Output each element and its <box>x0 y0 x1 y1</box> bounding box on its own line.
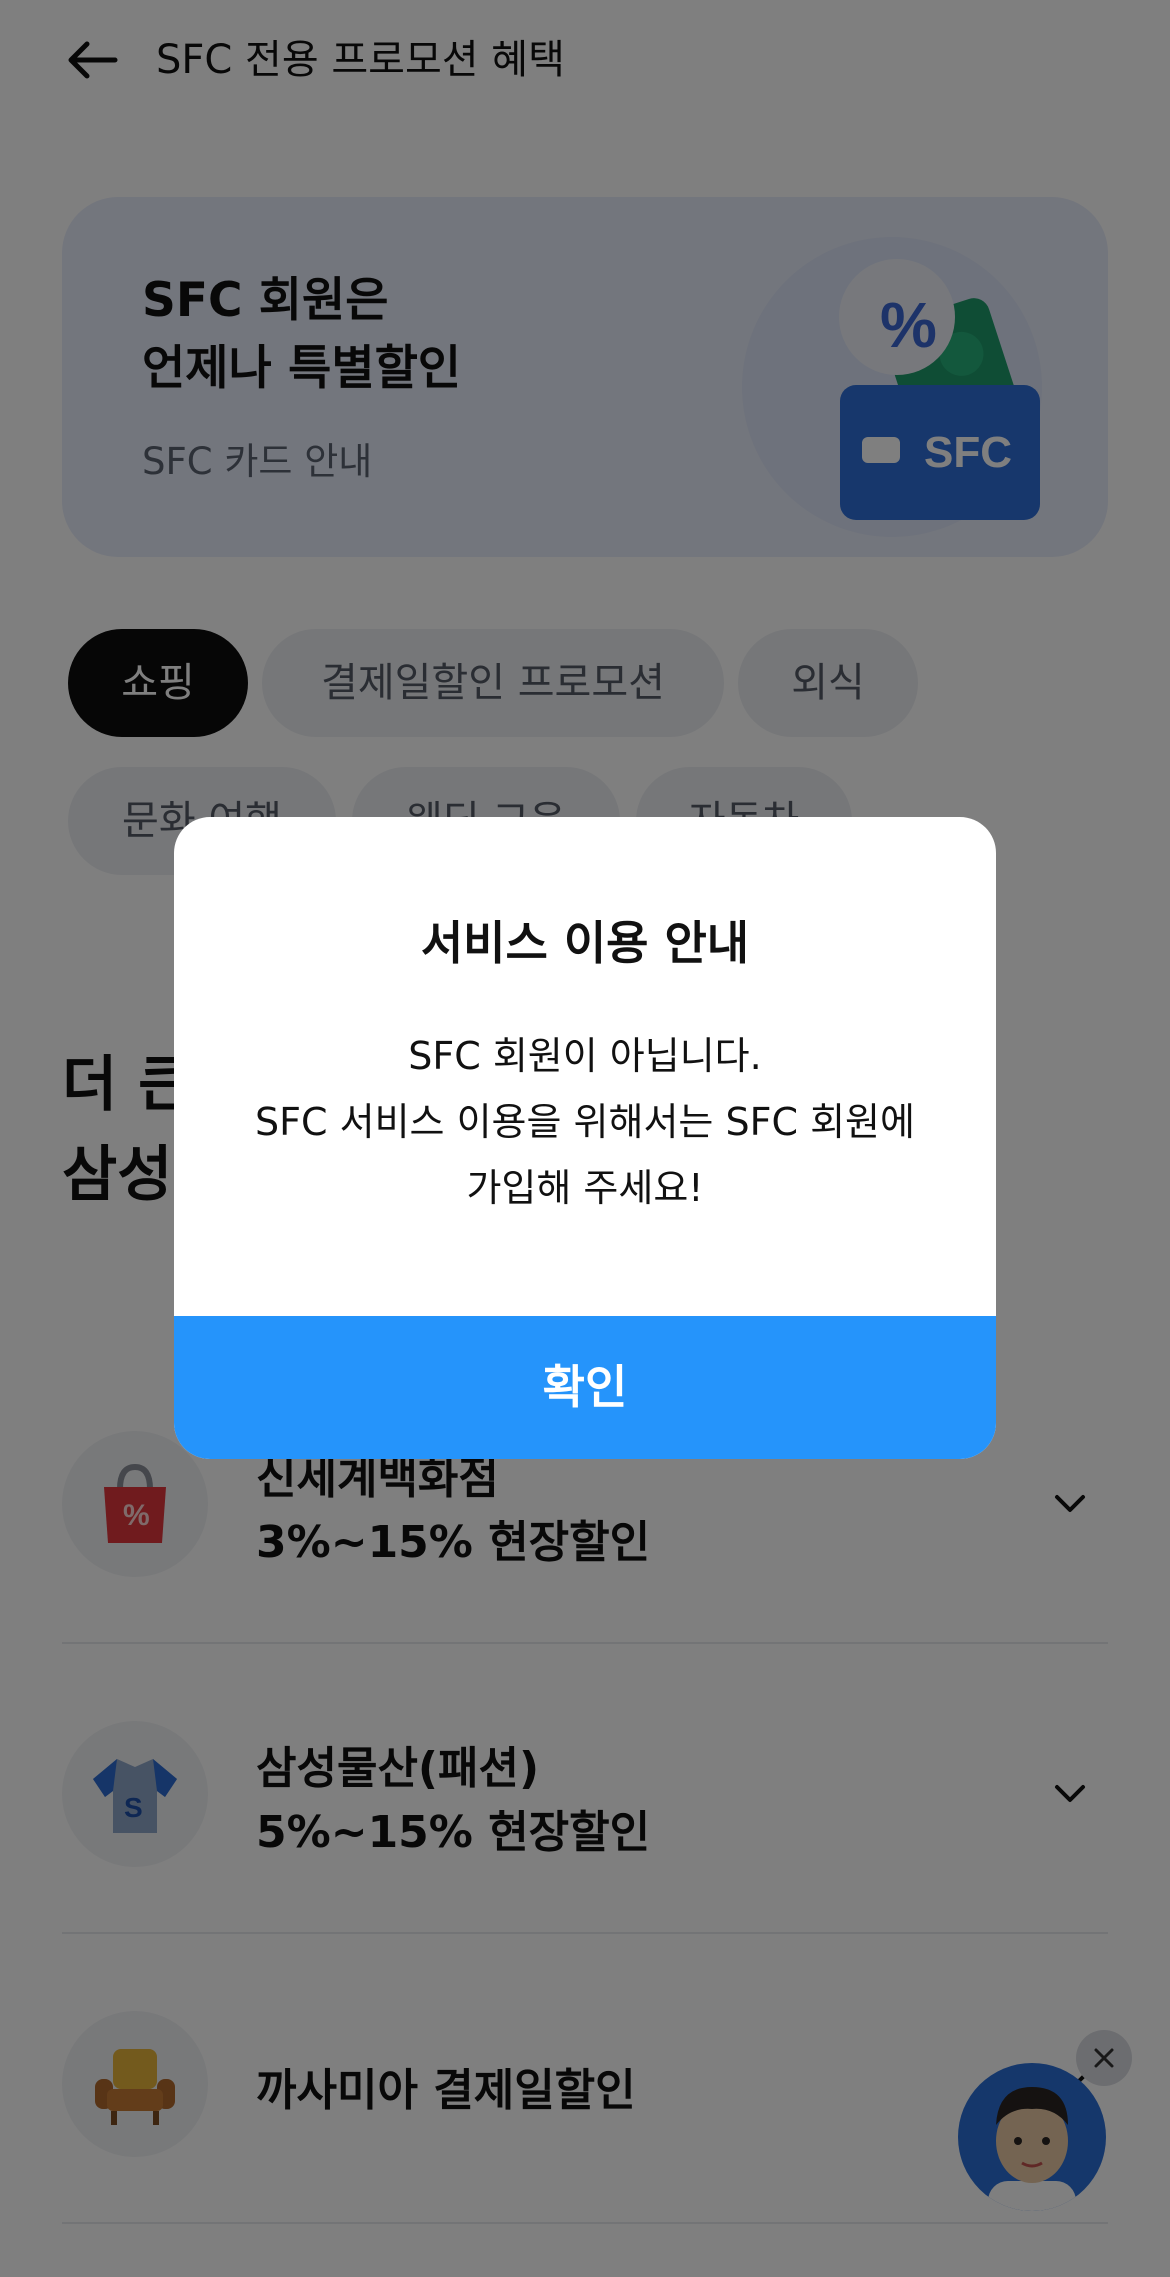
confirm-button[interactable]: 확인 <box>174 1316 996 1459</box>
dialog-title: 서비스 이용 안내 <box>420 916 750 970</box>
dialog-message: SFC 회원이 아닙니다. SFC 서비스 이용을 위해서는 SFC 회원에 가… <box>174 1023 996 1221</box>
dialog-message-line: 가입해 주세요! <box>466 1166 704 1210</box>
service-notice-dialog: 서비스 이용 안내 SFC 회원이 아닙니다. SFC 서비스 이용을 위해서는… <box>174 817 996 1459</box>
dialog-message-line: SFC 서비스 이용을 위해서는 SFC 회원에 <box>255 1100 915 1144</box>
dialog-message-line: SFC 회원이 아닙니다. <box>408 1034 762 1078</box>
